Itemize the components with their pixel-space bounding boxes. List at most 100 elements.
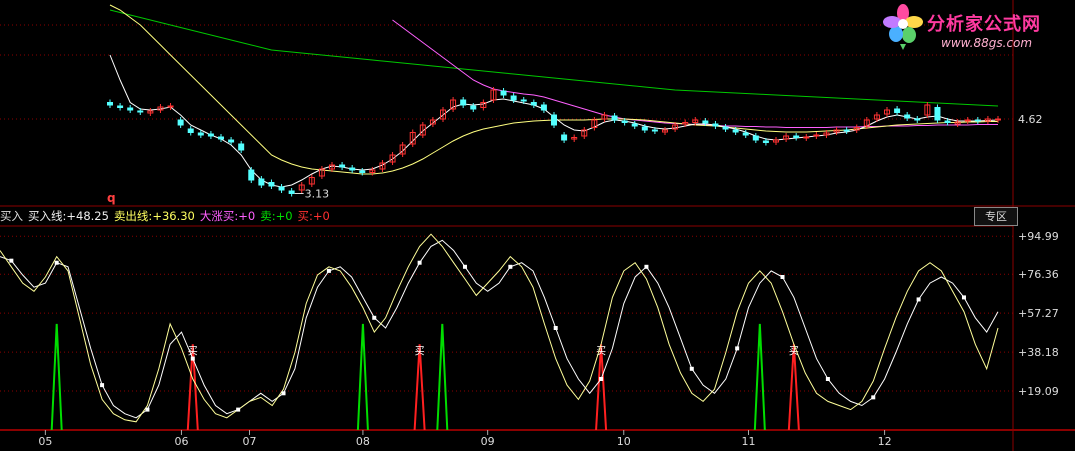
candle-body <box>520 99 527 102</box>
candle-body <box>732 129 739 133</box>
candle-body <box>177 119 184 126</box>
buy-line-label: 买入线: <box>28 209 67 223</box>
candle-body <box>934 107 941 121</box>
candle-body <box>167 105 174 108</box>
candle-body <box>742 132 749 136</box>
indicator-y-tick: +19.09 <box>1018 385 1059 398</box>
candle-body <box>752 135 759 141</box>
candle-body <box>228 139 235 143</box>
data-point-marker <box>961 295 966 300</box>
indicator-y-tick: +57.27 <box>1018 307 1059 320</box>
candle-body <box>137 110 144 113</box>
header-prefix: 买入 <box>0 209 23 223</box>
candle-body <box>530 102 537 106</box>
candle-body <box>611 115 618 121</box>
candle-body <box>813 134 820 137</box>
candle-body <box>995 118 1001 121</box>
data-point-marker <box>54 260 59 265</box>
candle-body <box>762 140 769 143</box>
candle-body <box>641 126 648 131</box>
candle-body <box>127 107 134 111</box>
candle-body <box>349 167 356 171</box>
candle-body <box>803 136 810 139</box>
x-tick-label: 06 <box>174 435 188 448</box>
candle-body <box>974 119 981 122</box>
candle-body <box>793 135 800 138</box>
indicator-header: 买入 买入线:+48.25 卖出线:+36.30 大涨买:+0 卖:+0 买:+0 <box>0 207 335 225</box>
buy-signal-label: 买 <box>789 345 799 357</box>
indicator-y-tick: +94.99 <box>1018 230 1059 243</box>
x-tick-label: 11 <box>742 435 756 448</box>
candle-body <box>551 114 557 126</box>
candle-body <box>107 102 113 106</box>
sell-signal-spike <box>436 323 449 431</box>
candle-body <box>631 123 638 127</box>
data-point-marker <box>735 346 740 351</box>
candle-body <box>258 178 265 186</box>
candle-body <box>278 186 285 191</box>
candle-body <box>904 114 911 119</box>
sell-signal-spike <box>50 323 63 431</box>
data-point-marker <box>145 407 150 412</box>
brand-url: www.88gs.com <box>941 36 1033 50</box>
ma-long-line <box>109 9 999 107</box>
candle-body <box>510 95 517 101</box>
data-point-marker <box>689 366 694 371</box>
buy-label: 买: <box>297 209 313 223</box>
sell-line-value: +36.30 <box>152 209 195 223</box>
sell-label: 卖: <box>260 209 276 223</box>
candle-body <box>702 120 709 124</box>
data-point-marker <box>9 258 14 263</box>
candle-body <box>339 164 346 168</box>
candle-body <box>460 99 467 106</box>
zone-button[interactable]: 专区 <box>974 207 1018 226</box>
candle-body <box>621 120 628 123</box>
candle-body <box>248 169 255 181</box>
sell-signal-spike <box>356 323 369 431</box>
data-point-marker <box>417 260 422 265</box>
data-point-marker <box>599 377 604 381</box>
data-point-marker <box>100 383 105 388</box>
x-tick-label: 08 <box>356 435 370 448</box>
data-point-marker <box>871 395 876 400</box>
marker-q: q <box>107 191 116 205</box>
big-rise-label: 大涨买: <box>199 209 239 223</box>
sell-line-label: 卖出线: <box>113 209 153 223</box>
candle-body <box>894 108 901 113</box>
price-tick-label: 4.62 <box>1018 113 1043 126</box>
brand-name: 分析家公式网 <box>927 14 1041 35</box>
big-rise-value: +0 <box>238 209 256 223</box>
candle-body <box>470 105 477 110</box>
candle-body <box>359 170 366 173</box>
candle-body <box>207 133 214 137</box>
data-point-marker <box>372 315 377 320</box>
candle-body <box>218 136 224 140</box>
data-point-marker <box>825 377 830 381</box>
x-tick-label: 07 <box>243 435 257 448</box>
brand-logo[interactable]: 分析家公式网 www.88gs.com <box>875 0 1075 62</box>
candle-body <box>651 129 658 132</box>
candle-body <box>187 128 194 133</box>
candle-body <box>722 126 729 130</box>
data-point-marker <box>508 264 513 269</box>
buy-line-value: +48.25 <box>66 209 109 223</box>
candle-body <box>843 129 850 132</box>
data-point-marker <box>644 264 649 269</box>
candle-body <box>268 182 275 187</box>
stock-chart: 4.62 3.13 q +94.99 +76.36 +57.27 +38.18 +19.09 0… <box>0 0 1075 451</box>
sell-value: +0 <box>275 209 293 223</box>
candle-body <box>540 104 547 111</box>
x-tick-label: 05 <box>38 435 52 448</box>
candle-body <box>288 190 295 194</box>
data-point-marker <box>281 391 286 396</box>
candle-body <box>964 119 971 122</box>
data-point-marker <box>462 264 467 269</box>
data-point-marker <box>236 407 241 412</box>
low-annotation-label: 3.13 <box>305 188 330 201</box>
candle-body <box>197 132 204 136</box>
candle-body <box>944 120 951 123</box>
data-point-marker <box>326 268 331 273</box>
candle-body <box>500 90 507 96</box>
x-tick-label: 10 <box>617 435 631 448</box>
data-point-marker <box>780 275 785 279</box>
